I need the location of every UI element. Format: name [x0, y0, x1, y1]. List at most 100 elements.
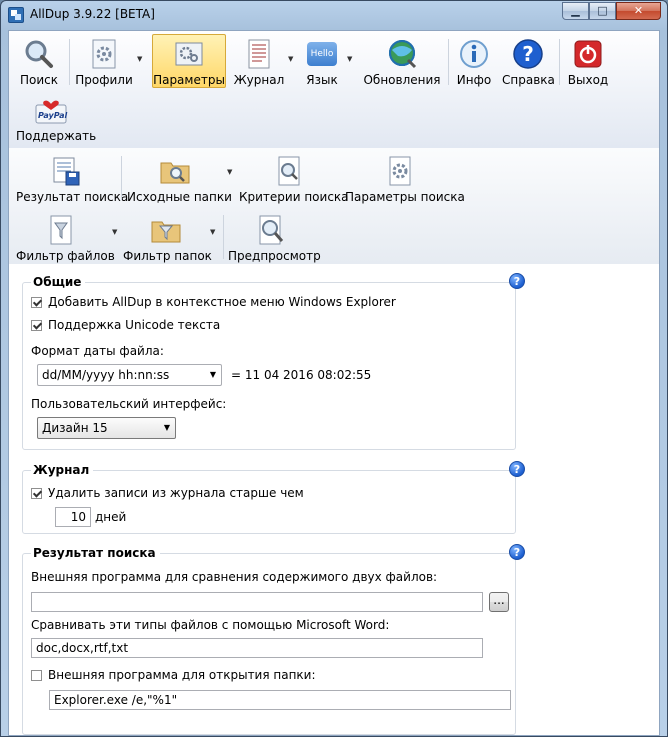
- browse-button[interactable]: ...: [489, 592, 509, 612]
- toolbar-help-button[interactable]: ? Справка: [501, 34, 555, 88]
- tab-source-folders[interactable]: Исходные папки: [126, 151, 232, 204]
- journal-days-input[interactable]: 10: [55, 507, 91, 527]
- open-folder-input[interactable]: Explorer.exe /e,"%1": [49, 690, 511, 710]
- toolbar-log-button[interactable]: Журнал: [231, 34, 287, 88]
- explorer-menu-row[interactable]: Добавить AllDup в контекстное меню Windo…: [31, 295, 396, 309]
- word-types-label: Сравнивать эти типы файлов с помощью Mic…: [31, 618, 390, 632]
- tab-search-params[interactable]: Параметры поиска: [344, 151, 465, 204]
- tab-file-filter-label: Фильтр файлов: [16, 249, 115, 263]
- app-logo-icon: [8, 7, 24, 23]
- tab-search-result[interactable]: Результат поиска: [15, 151, 129, 204]
- toolbar-profiles-button[interactable]: Профили: [73, 34, 135, 88]
- result-help-icon[interactable]: ?: [509, 544, 525, 560]
- tab-preview[interactable]: Предпросмотр: [227, 210, 321, 263]
- log-dropdown-arrow[interactable]: ▼: [288, 55, 293, 63]
- ui-design-select[interactable]: Дизайн 15 ▼: [37, 417, 176, 439]
- toolbar-exit-label: Выход: [567, 73, 609, 87]
- title-bar[interactable]: AllDup 3.9.22 [BETA] ▁ □ ✕: [1, 1, 667, 29]
- magnifier-icon: [23, 38, 55, 70]
- tab-source-folders-label: Исходные папки: [127, 190, 232, 204]
- folder-filter-dropdown-arrow[interactable]: ▼: [210, 228, 215, 236]
- open-folder-row[interactable]: Внешняя программа для открытия папки:: [31, 668, 316, 682]
- toolbar-profiles-label: Профили: [75, 73, 133, 87]
- tab-search-criteria[interactable]: Критерии поиска: [238, 151, 349, 204]
- general-group: Общие ? Добавить AllDup в контекстное ме…: [22, 273, 525, 450]
- hello-bubble-text: Hello: [310, 49, 334, 59]
- toolbar-updates-button[interactable]: Обновления: [361, 34, 443, 88]
- toolbar-help-label: Справка: [502, 73, 555, 87]
- svg-text:?: ?: [522, 42, 534, 66]
- unicode-checkbox[interactable]: [31, 320, 42, 331]
- toolbar-search-label: Поиск: [19, 73, 58, 87]
- result-group-title: Результат поиска: [31, 546, 160, 560]
- client-area: Поиск Профили ▼ Параметры Журнал ▼ Hello…: [8, 30, 660, 736]
- params-gear-icon: [384, 155, 416, 187]
- open-folder-label: Внешняя программа для открытия папки:: [48, 668, 316, 682]
- file-filter-icon: [45, 214, 77, 246]
- file-filter-dropdown-arrow[interactable]: ▼: [112, 228, 117, 236]
- tab-search-result-label: Результат поиска: [16, 190, 129, 204]
- journal-delete-label: Удалить записи из журнала старше чем: [48, 486, 304, 500]
- tab-search-criteria-label: Критерии поиска: [239, 190, 349, 204]
- language-dropdown-arrow[interactable]: ▼: [347, 55, 352, 63]
- app-window: AllDup 3.9.22 [BETA] ▁ □ ✕ Поиск Профили: [0, 0, 668, 737]
- ui-label: Пользовательский интерфейс:: [31, 397, 227, 411]
- unicode-row[interactable]: Поддержка Unicode текста: [31, 318, 220, 332]
- tab-file-filter[interactable]: Фильтр файлов: [15, 210, 115, 263]
- close-button[interactable]: ✕: [616, 2, 661, 20]
- open-folder-checkbox[interactable]: [31, 670, 42, 681]
- power-icon: [572, 38, 604, 70]
- toolbar-log-label: Журнал: [233, 73, 285, 87]
- profile-gear-icon: [88, 38, 120, 70]
- date-preview: = 11 04 2016 08:02:55: [231, 368, 372, 382]
- toolbar-settings-label: Параметры: [153, 73, 225, 87]
- tab-folder-filter[interactable]: Фильтр папок: [122, 210, 212, 263]
- general-help-icon[interactable]: ?: [509, 273, 525, 289]
- maximize-button[interactable]: □: [589, 2, 616, 20]
- date-format-value: dd/MM/yyyy hh:nn:ss: [42, 368, 170, 382]
- settings-subtoolbar: Результат поиска Исходные папки ▼ Критер…: [9, 148, 659, 265]
- toolbar-info-button[interactable]: Инфо: [452, 34, 496, 88]
- journal-delete-checkbox[interactable]: [31, 488, 42, 499]
- toolbar-info-label: Инфо: [456, 73, 492, 87]
- toolbar-search-button[interactable]: Поиск: [13, 34, 65, 88]
- date-format-select[interactable]: dd/MM/yyyy hh:nn:ss ▼: [37, 364, 222, 386]
- ui-design-value: Дизайн 15: [42, 421, 108, 435]
- toolbar-donate-button[interactable]: PayPal Поддержать: [15, 93, 96, 145]
- settings-content: Общие ? Добавить AllDup в контекстное ме…: [9, 264, 659, 735]
- globe-icon: [386, 38, 418, 70]
- minimize-button[interactable]: ▁: [562, 2, 589, 20]
- tab-search-params-label: Параметры поиска: [345, 190, 465, 204]
- journal-help-icon[interactable]: ?: [509, 461, 525, 477]
- log-icon: [243, 38, 275, 70]
- compare-program-input[interactable]: [31, 592, 483, 612]
- toolbar-updates-label: Обновления: [363, 73, 441, 87]
- folder-filter-icon: [150, 214, 182, 246]
- journal-days-unit: дней: [95, 510, 127, 524]
- tab-preview-label: Предпросмотр: [228, 249, 321, 263]
- paypal-icon: PayPal: [35, 97, 67, 125]
- toolbar-exit-button[interactable]: Выход: [563, 34, 613, 88]
- tab-folder-filter-label: Фильтр папок: [123, 249, 212, 263]
- journal-delete-row[interactable]: Удалить записи из журнала старше чем: [31, 486, 304, 500]
- unicode-label: Поддержка Unicode текста: [48, 318, 221, 332]
- question-icon: ?: [512, 38, 544, 70]
- criteria-search-icon: [273, 155, 305, 187]
- settings-icon: [173, 38, 205, 70]
- preview-icon: [255, 214, 287, 246]
- info-icon: [458, 38, 490, 70]
- toolbar-settings-button[interactable]: Параметры: [152, 34, 226, 88]
- word-types-input[interactable]: doc,docx,rtf,txt: [31, 638, 483, 658]
- date-format-label: Формат даты файла:: [31, 344, 164, 358]
- save-results-icon: [50, 155, 82, 187]
- journal-group: Журнал ? Удалить записи из журнала старш…: [22, 461, 525, 534]
- hello-bubble-icon: Hello: [307, 42, 337, 66]
- chevron-down-icon: ▼: [209, 370, 216, 379]
- profiles-dropdown-arrow[interactable]: ▼: [137, 55, 142, 63]
- explorer-menu-checkbox[interactable]: [31, 297, 42, 308]
- compare-program-label: Внешняя программа для сравнения содержим…: [31, 570, 438, 584]
- toolbar-language-button[interactable]: Hello Язык: [300, 34, 344, 88]
- explorer-menu-label: Добавить AllDup в контекстное меню Windo…: [48, 295, 396, 309]
- toolbar-language-label: Язык: [306, 73, 338, 87]
- source-folders-dropdown-arrow[interactable]: ▼: [227, 168, 232, 176]
